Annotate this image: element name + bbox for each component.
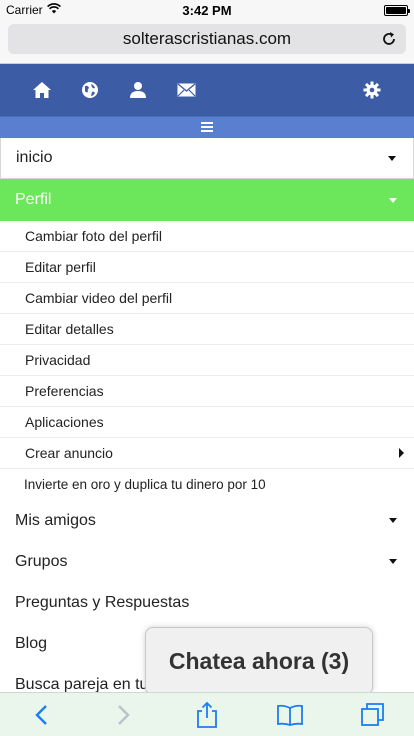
menu-item-label: Mis amigos (15, 511, 96, 529)
menu-item-mis-amigos[interactable]: Mis amigos (0, 500, 414, 541)
user-icon[interactable] (114, 64, 162, 116)
submenu-item-privacidad[interactable]: Privacidad (0, 345, 414, 376)
wifi-icon (46, 3, 61, 17)
menu-item-label: Blog (15, 634, 48, 652)
menu-item-preguntas[interactable]: Preguntas y Respuestas (0, 582, 414, 623)
status-left: Carrier (6, 3, 61, 17)
submenu-item-preferencias[interactable]: Preferencias (0, 376, 414, 407)
tabs-icon[interactable] (351, 693, 395, 736)
menu-item-label: Preguntas y Respuestas (15, 593, 190, 611)
chevron-down-icon (388, 155, 396, 161)
menu-item-grupos[interactable]: Grupos (0, 541, 414, 582)
submenu-item-editar-perfil[interactable]: Editar perfil (0, 252, 414, 283)
submenu-item-aplicaciones[interactable]: Aplicaciones (0, 407, 414, 438)
chevron-down-icon (389, 559, 397, 564)
globe-icon[interactable] (66, 64, 114, 116)
chevron-right-icon (399, 448, 404, 458)
battery-icon (384, 4, 410, 16)
top-navbar (0, 64, 414, 116)
menu-item-label: inicio (16, 149, 53, 166)
chat-now-button[interactable]: Chatea ahora (3) (145, 627, 373, 695)
url-bar[interactable]: solterascristianas.com (8, 24, 406, 54)
mail-icon[interactable] (162, 64, 210, 116)
status-bar: Carrier 3:42 PM (0, 0, 414, 20)
submenu-item-label: Editar perfil (25, 259, 96, 275)
menu-item-label: Grupos (15, 552, 68, 570)
submenu-item-cambiar-video[interactable]: Cambiar video del perfil (0, 283, 414, 314)
submenu-item-label: Cambiar video del perfil (25, 290, 173, 306)
submenu-item-label: Preferencias (25, 383, 104, 399)
submenu-item-label: Editar detalles (25, 321, 114, 337)
chat-now-label: Chatea ahora (3) (168, 647, 350, 674)
forward-icon[interactable] (102, 693, 146, 736)
chevron-down-icon (389, 197, 397, 203)
submenu-item-label: Aplicaciones (25, 414, 104, 430)
chevron-down-icon (389, 518, 397, 523)
submenu-item-cambiar-foto[interactable]: Cambiar foto del perfil (0, 221, 414, 252)
menu-item-inicio[interactable]: inicio (0, 138, 414, 179)
url-text: solterascristianas.com (122, 29, 292, 48)
carrier-label: Carrier (6, 3, 43, 17)
submenu-item-label: Privacidad (25, 352, 91, 368)
reload-icon[interactable] (380, 30, 398, 48)
bookmarks-icon[interactable] (268, 693, 312, 736)
browser-toolbar (0, 692, 414, 736)
menu-item-label: Perfil (15, 191, 52, 208)
submenu-item-label: Cambiar foto del perfil (25, 228, 162, 244)
submenu-item-label: Invierte en oro y duplica tu dinero por … (24, 477, 266, 492)
menu-item-label: Busca pareja en tu (15, 675, 149, 693)
status-time: 3:42 PM (182, 2, 232, 18)
submenu-item-label: Crear anuncio (25, 445, 113, 461)
browser-url-area: solterascristianas.com (0, 20, 414, 64)
home-icon[interactable] (18, 64, 66, 116)
submenu-item-invierte-oro[interactable]: Invierte en oro y duplica tu dinero por … (0, 469, 414, 500)
back-icon[interactable] (19, 693, 63, 736)
gear-icon[interactable] (348, 64, 396, 116)
submenu-item-editar-detalles[interactable]: Editar detalles (0, 314, 414, 345)
share-icon[interactable] (185, 693, 229, 736)
hamburger-icon[interactable] (201, 119, 213, 137)
submenu-item-crear-anuncio[interactable]: Crear anuncio (0, 438, 414, 469)
menu-item-perfil[interactable]: Perfil (0, 179, 414, 221)
menu-toggle[interactable] (0, 116, 414, 138)
